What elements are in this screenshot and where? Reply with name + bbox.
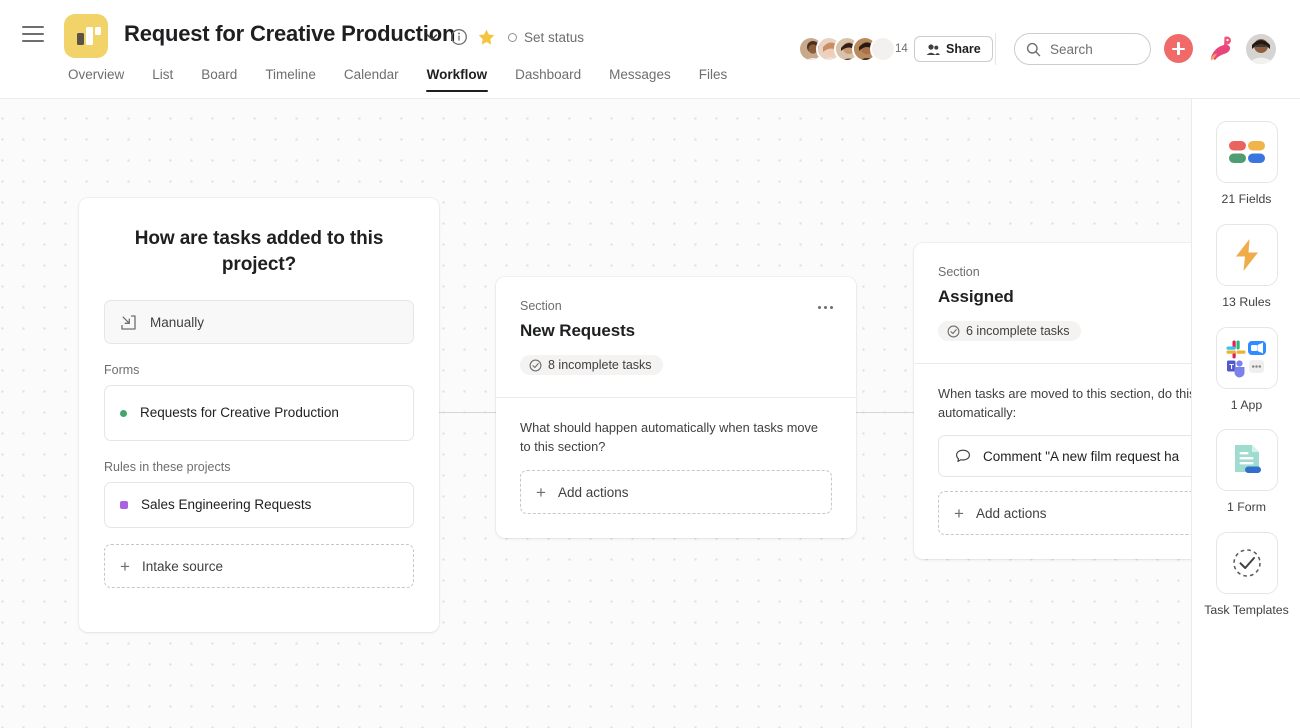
- manual-entry-icon: [120, 314, 137, 331]
- rule-item-label: Sales Engineering Requests: [141, 495, 311, 516]
- tab-files[interactable]: Files: [685, 67, 742, 92]
- section-more-options-icon[interactable]: [814, 299, 836, 315]
- rule-action-label: Comment "A new film request ha: [983, 449, 1179, 464]
- tab-list[interactable]: List: [138, 67, 187, 92]
- workflow-side-panel: 21 Fields 13 Rules: [1191, 99, 1300, 728]
- tab-workflow[interactable]: Workflow: [413, 67, 502, 92]
- avatar[interactable]: [1246, 34, 1276, 64]
- section-header: Section New Requests 8 incomplete tasks: [496, 277, 856, 398]
- section-title: Assigned: [938, 287, 1191, 307]
- page-title[interactable]: Request for Creative Production: [124, 21, 455, 47]
- check-circle-icon: [529, 359, 542, 372]
- intake-source-card: How are tasks added to this project? Man…: [79, 198, 439, 632]
- check-circle-icon: [947, 325, 960, 338]
- member-count-badge[interactable]: 14: [870, 36, 896, 62]
- top-bar: Request for Creative Production Set stat…: [0, 0, 1300, 99]
- panel-item-apps[interactable]: T 1 App: [1192, 327, 1300, 415]
- people-icon: [926, 43, 940, 56]
- panel-item-label: Task Templates: [1204, 602, 1289, 620]
- section-question: What should happen automatically when ta…: [520, 418, 832, 457]
- divider: [995, 33, 996, 65]
- form-item-label: Requests for Creative Production: [140, 403, 339, 424]
- fields-icon: [1216, 121, 1278, 183]
- rule-status-dot-icon: [120, 501, 128, 509]
- section-question: When tasks are moved to this section, do…: [938, 384, 1191, 423]
- menu-icon[interactable]: [22, 26, 44, 44]
- section-card-new-requests: Section New Requests 8 incomplete tasks …: [496, 277, 856, 538]
- forms-group-label: Forms: [104, 363, 414, 377]
- panel-item-forms[interactable]: 1 Form: [1192, 429, 1300, 517]
- comment-icon: [955, 448, 971, 464]
- section-kicker: Section: [520, 299, 832, 313]
- connector-line: [438, 412, 496, 413]
- panel-item-task-templates[interactable]: Task Templates: [1192, 532, 1300, 620]
- search-input[interactable]: Search: [1014, 33, 1151, 65]
- intake-option-manually[interactable]: Manually: [104, 300, 414, 344]
- search-placeholder: Search: [1050, 42, 1093, 57]
- connector-line: [854, 412, 914, 413]
- status-badge: 8 incomplete tasks: [520, 355, 663, 375]
- assistant-bird-icon[interactable]: [1207, 34, 1233, 62]
- search-icon: [1026, 42, 1041, 57]
- set-status-button[interactable]: Set status: [508, 28, 584, 46]
- section-card-assigned: Section Assigned 6 incomplete tasks When…: [914, 243, 1191, 559]
- section-title: New Requests: [520, 321, 832, 341]
- member-count-label: 14: [895, 43, 908, 55]
- chevron-down-icon[interactable]: [424, 29, 440, 45]
- tab-calendar[interactable]: Calendar: [330, 67, 413, 92]
- tab-dashboard[interactable]: Dashboard: [501, 67, 595, 92]
- tab-overview[interactable]: Overview: [54, 67, 138, 92]
- info-icon[interactable]: [450, 28, 468, 46]
- section-header: Section Assigned 6 incomplete tasks: [914, 243, 1191, 364]
- workflow-canvas[interactable]: How are tasks added to this project? Man…: [0, 99, 1191, 728]
- incomplete-tasks-label: 8 incomplete tasks: [548, 358, 652, 372]
- panel-item-label: 1 App: [1231, 397, 1262, 415]
- add-actions-button[interactable]: + Add actions: [520, 470, 832, 514]
- project-logo-icon[interactable]: [64, 14, 108, 58]
- rules-group-label: Rules in these projects: [104, 460, 414, 474]
- bolt-icon: [1216, 224, 1278, 286]
- panel-item-label: 21 Fields: [1222, 191, 1272, 209]
- add-actions-label: Add actions: [558, 485, 629, 500]
- view-tabs[interactable]: Overview List Board Timeline Calendar Wo…: [54, 67, 741, 92]
- section-kicker: Section: [938, 265, 1191, 279]
- section-body: What should happen automatically when ta…: [496, 398, 856, 539]
- form-item[interactable]: Requests for Creative Production: [104, 385, 414, 441]
- intake-option-label: Manually: [150, 315, 204, 330]
- intake-card-title: How are tasks added to this project?: [104, 226, 414, 278]
- form-status-dot-icon: [120, 410, 127, 417]
- plus-icon: +: [120, 558, 130, 575]
- rule-action-comment[interactable]: Comment "A new film request ha: [938, 435, 1191, 477]
- incomplete-tasks-label: 6 incomplete tasks: [966, 324, 1070, 338]
- plus-icon: +: [954, 505, 964, 522]
- add-actions-label: Add actions: [976, 506, 1047, 521]
- panel-item-label: 13 Rules: [1222, 294, 1271, 312]
- create-button[interactable]: [1164, 34, 1193, 63]
- panel-item-label: 1 Form: [1227, 499, 1266, 517]
- status-ring-icon: [508, 33, 517, 42]
- form-icon: [1216, 429, 1278, 491]
- tab-messages[interactable]: Messages: [595, 67, 685, 92]
- section-body: When tasks are moved to this section, do…: [914, 364, 1191, 560]
- star-icon[interactable]: [477, 28, 496, 47]
- status-badge: 6 incomplete tasks: [938, 321, 1081, 341]
- rule-item[interactable]: Sales Engineering Requests: [104, 482, 414, 528]
- set-status-label: Set status: [524, 30, 584, 45]
- tab-timeline[interactable]: Timeline: [251, 67, 330, 92]
- plus-icon: +: [536, 484, 546, 501]
- add-intake-source-label: Intake source: [142, 559, 223, 574]
- workflow-page: Request for Creative Production Set stat…: [0, 0, 1300, 728]
- apps-icon: T: [1216, 327, 1278, 389]
- member-avatars[interactable]: 14: [798, 36, 896, 62]
- svg-text:T: T: [1229, 362, 1234, 371]
- add-intake-source-button[interactable]: + Intake source: [104, 544, 414, 588]
- panel-item-fields[interactable]: 21 Fields: [1192, 121, 1300, 209]
- task-template-icon: [1216, 532, 1278, 594]
- add-actions-button[interactable]: + Add actions: [938, 491, 1191, 535]
- share-label: Share: [946, 42, 981, 56]
- share-button[interactable]: Share: [914, 36, 993, 62]
- tab-board[interactable]: Board: [187, 67, 251, 92]
- panel-item-rules[interactable]: 13 Rules: [1192, 224, 1300, 312]
